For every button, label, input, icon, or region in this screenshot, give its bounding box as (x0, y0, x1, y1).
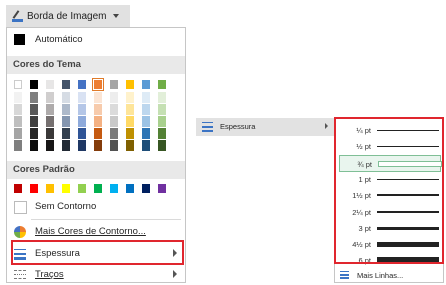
theme-color-swatch[interactable] (62, 80, 70, 89)
theme-color-swatch[interactable] (30, 116, 38, 127)
theme-color-swatch[interactable] (78, 140, 86, 151)
theme-color-swatch[interactable] (30, 80, 38, 89)
theme-color-swatch[interactable] (62, 128, 70, 139)
submenu-arrow-icon (173, 270, 177, 278)
no-outline-label: Sem Contorno (35, 201, 97, 212)
menu-item-no-outline[interactable]: Sem Contorno (7, 196, 185, 217)
dashes-icon (14, 269, 27, 282)
theme-color-swatch[interactable] (14, 92, 22, 103)
submenu-arrow-icon (325, 123, 328, 129)
theme-color-swatch[interactable] (94, 92, 102, 103)
theme-color-swatch[interactable] (110, 80, 118, 89)
theme-color-swatch[interactable] (46, 128, 54, 139)
theme-color-swatch[interactable] (62, 104, 70, 115)
theme-color-swatch[interactable] (110, 128, 118, 139)
theme-color-swatch[interactable] (46, 104, 54, 115)
theme-color-swatch[interactable] (158, 140, 166, 151)
picture-border-button[interactable]: Borda de Imagem (6, 5, 130, 27)
theme-color-swatch[interactable] (110, 140, 118, 151)
menu-divider (31, 219, 181, 220)
theme-color-swatch[interactable] (158, 116, 166, 127)
more-lines-item[interactable]: Mais Linhas... (335, 269, 443, 282)
standard-color-swatch[interactable] (158, 184, 166, 193)
theme-color-swatch[interactable] (158, 80, 166, 89)
theme-color-swatch[interactable] (14, 128, 22, 139)
standard-color-swatch[interactable] (14, 184, 22, 193)
theme-color-swatch[interactable] (46, 80, 54, 89)
line-weight-icon (202, 122, 213, 132)
theme-color-swatch[interactable] (126, 80, 134, 89)
theme-color-swatch[interactable] (126, 116, 134, 127)
standard-color-swatch[interactable] (94, 184, 102, 193)
theme-color-swatch[interactable] (110, 116, 118, 127)
theme-color-swatch[interactable] (142, 116, 150, 127)
standard-color-swatch[interactable] (46, 184, 54, 193)
color-wheel-icon (14, 226, 26, 238)
empty-swatch-icon (14, 201, 27, 214)
theme-color-swatch[interactable] (142, 104, 150, 115)
automatic-label: Automático (35, 34, 83, 45)
theme-color-swatch[interactable] (78, 92, 86, 103)
theme-color-swatch[interactable] (94, 116, 102, 127)
theme-color-swatch[interactable] (142, 92, 150, 103)
weight-menu-item-active[interactable]: Espessura (196, 118, 334, 136)
line-weight-icon (340, 271, 349, 279)
theme-color-swatch[interactable] (78, 116, 86, 127)
dropdown-caret-icon (112, 14, 119, 18)
theme-color-swatch[interactable] (158, 128, 166, 139)
theme-color-swatch[interactable] (142, 140, 150, 151)
theme-color-swatch[interactable] (14, 140, 22, 151)
pen-color-icon (11, 10, 23, 22)
black-square-icon (14, 34, 25, 45)
menu-item-more-colors[interactable]: Mais Cores de Contorno... (7, 221, 185, 242)
theme-color-swatch[interactable] (158, 92, 166, 103)
theme-color-swatch[interactable] (126, 92, 134, 103)
theme-color-swatch[interactable] (30, 128, 38, 139)
weight-highlight-box (11, 240, 184, 265)
theme-color-swatch[interactable] (142, 80, 150, 89)
theme-color-swatch[interactable] (94, 140, 102, 151)
theme-color-swatch[interactable] (62, 92, 70, 103)
theme-color-swatch[interactable] (62, 140, 70, 151)
standard-color-swatch[interactable] (142, 184, 150, 193)
theme-color-swatch[interactable] (14, 80, 22, 89)
theme-color-swatch[interactable] (126, 128, 134, 139)
more-colors-label: Mais Cores de Contorno... (35, 226, 146, 237)
theme-color-swatch[interactable] (62, 116, 70, 127)
theme-color-swatch[interactable] (46, 116, 54, 127)
weight-active-label: Espessura (220, 122, 256, 131)
dashes-label: Traços (35, 269, 64, 280)
theme-color-swatch[interactable] (126, 104, 134, 115)
theme-color-swatch[interactable] (46, 140, 54, 151)
theme-color-swatch[interactable] (14, 116, 22, 127)
theme-color-swatch[interactable] (14, 104, 22, 115)
theme-color-swatch[interactable] (94, 104, 102, 115)
theme-color-swatch[interactable] (92, 78, 104, 91)
theme-color-swatch[interactable] (158, 104, 166, 115)
menu-item-dashes[interactable]: Traços (7, 264, 185, 285)
standard-color-swatch[interactable] (110, 184, 118, 193)
picture-border-label: Borda de Imagem (27, 10, 107, 22)
theme-color-swatch[interactable] (30, 140, 38, 151)
weights-highlight-box (334, 117, 444, 264)
more-lines-label: Mais Linhas... (357, 271, 404, 280)
theme-color-swatch[interactable] (30, 92, 38, 103)
standard-colors-heading: Cores Padrão (7, 161, 185, 179)
theme-color-swatch[interactable] (94, 128, 102, 139)
theme-color-swatch[interactable] (78, 128, 86, 139)
theme-colors-heading: Cores do Tema (7, 56, 185, 74)
theme-color-swatch[interactable] (126, 140, 134, 151)
standard-color-swatch[interactable] (78, 184, 86, 193)
standard-color-swatch[interactable] (30, 184, 38, 193)
theme-color-swatch[interactable] (110, 104, 118, 115)
theme-color-swatch[interactable] (46, 92, 54, 103)
standard-color-swatch[interactable] (126, 184, 134, 193)
standard-color-swatch[interactable] (62, 184, 70, 193)
theme-color-swatch[interactable] (30, 104, 38, 115)
theme-color-swatch[interactable] (78, 104, 86, 115)
theme-color-swatch[interactable] (110, 92, 118, 103)
theme-color-swatch[interactable] (142, 128, 150, 139)
theme-color-swatch[interactable] (78, 80, 86, 89)
menu-item-automatic[interactable]: Automático (7, 29, 185, 50)
